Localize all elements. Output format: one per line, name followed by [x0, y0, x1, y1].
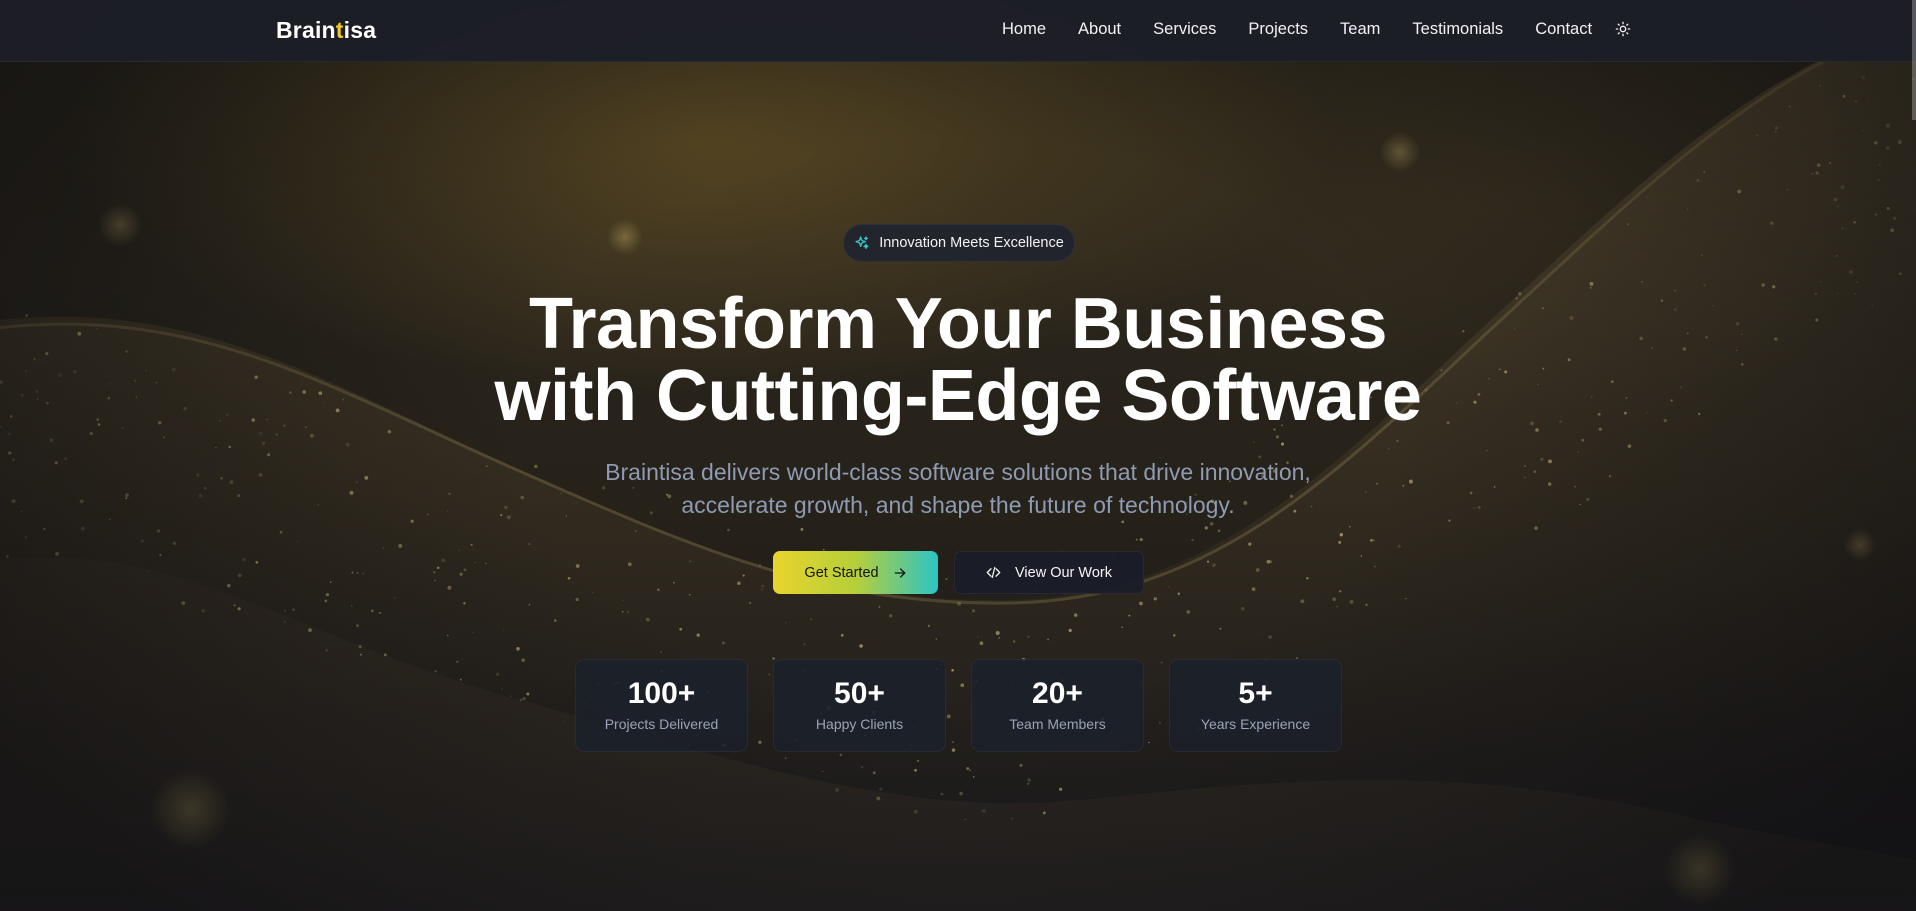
logo-text-accent: t	[335, 17, 344, 43]
hero-headline-line-1: Transform Your Business	[528, 284, 1388, 364]
stat-card-experience: 5+ Years Experience	[1169, 659, 1342, 752]
sparkles-icon	[855, 236, 869, 249]
nav-link-services[interactable]: Services	[1153, 20, 1216, 39]
nav-link-projects[interactable]: Projects	[1248, 20, 1308, 39]
stat-label: Happy Clients	[815, 716, 904, 732]
stat-value: 20+	[1032, 677, 1083, 710]
logo-text-end: isa	[343, 17, 377, 43]
nav-link-testimonials[interactable]: Testimonials	[1412, 20, 1503, 39]
stat-card-team: 20+ Team Members	[971, 659, 1144, 752]
hero-badge-text: Innovation Meets Excellence	[879, 235, 1064, 251]
view-our-work-button[interactable]: View Our Work	[954, 551, 1144, 594]
code-icon	[986, 566, 1001, 579]
stat-label: Team Members	[1009, 716, 1106, 732]
top-navbar: Braintisa Home About Services Projects T…	[0, 0, 1916, 62]
stat-card-clients: 50+ Happy Clients	[773, 659, 946, 752]
page-scrollbar[interactable]	[1912, 0, 1916, 120]
hero-subtitle-line-2: accelerate growth, and shape the future …	[681, 492, 1235, 518]
nav-links: Home About Services Projects Team Testim…	[1002, 20, 1624, 39]
nav-link-team[interactable]: Team	[1340, 20, 1380, 39]
stat-value: 50+	[834, 677, 885, 710]
hero-headline-line-2: with Cutting-Edge Software	[494, 356, 1422, 436]
hero-headline: Transform Your Business with Cutting-Edg…	[0, 288, 1916, 432]
nav-link-contact[interactable]: Contact	[1535, 20, 1592, 39]
hero-badge: Innovation Meets Excellence	[843, 224, 1075, 262]
nav-link-home[interactable]: Home	[1002, 20, 1046, 39]
stat-value: 100+	[627, 677, 696, 710]
stat-value: 5+	[1238, 677, 1273, 710]
theme-toggle-button[interactable]	[1613, 19, 1633, 39]
hero-subtitle-line-1: Braintisa delivers world-class software …	[605, 459, 1311, 485]
nav-link-about[interactable]: About	[1078, 20, 1121, 39]
hero-page: Braintisa Home About Services Projects T…	[0, 0, 1916, 911]
hero-subtitle: Braintisa delivers world-class software …	[0, 456, 1916, 522]
arrow-right-icon	[894, 567, 905, 578]
stat-label: Years Experience	[1200, 716, 1311, 732]
logo-text-start: Brain	[276, 17, 336, 43]
get-started-label: Get Started	[804, 564, 879, 581]
view-our-work-label: View Our Work	[1015, 564, 1112, 581]
get-started-button[interactable]: Get Started	[773, 551, 938, 594]
stat-card-projects: 100+ Projects Delivered	[575, 659, 748, 752]
sun-icon	[1615, 21, 1631, 37]
brand-logo[interactable]: Braintisa	[276, 17, 376, 44]
stat-label: Projects Delivered	[604, 716, 719, 732]
